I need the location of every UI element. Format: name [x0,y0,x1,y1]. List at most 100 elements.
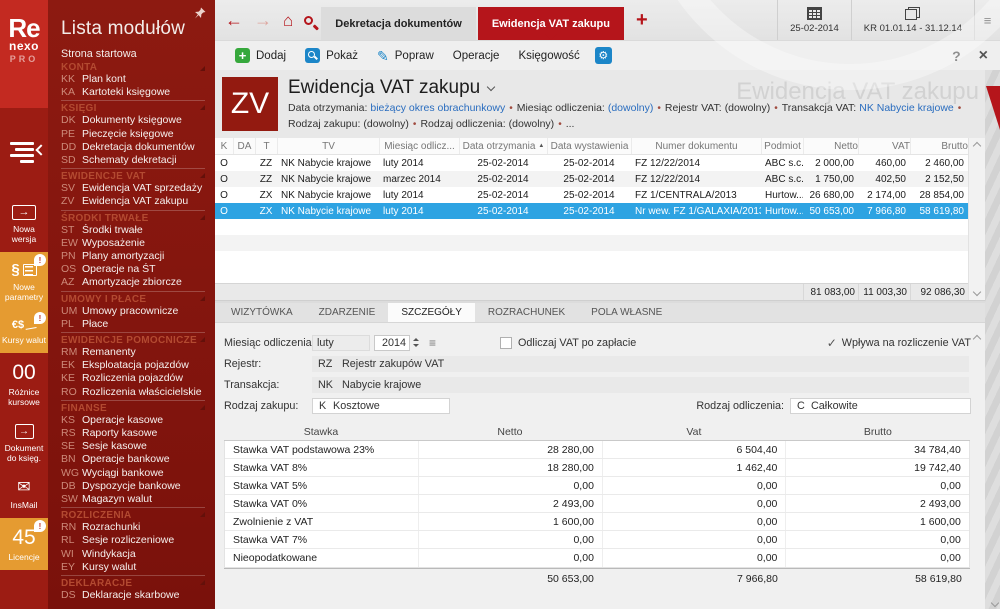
grid-cell[interactable] [233,155,255,171]
grid-row[interactable]: OZXNK Nabycie krajoweluty 201425-02-2014… [215,203,968,219]
grid-column-header[interactable]: Numer dokumentu [631,138,761,154]
grid-cell[interactable]: ABC s.c... [761,155,803,171]
sidebar-item-sw[interactable]: SW Magazyn walut [61,493,215,506]
sidebar-item-ks[interactable]: KS Operacje kasowe [61,414,215,427]
sidebar-item-sd[interactable]: SD Schematy dekretacji [61,154,215,167]
grid-cell[interactable]: 7 966,80 [858,203,910,219]
grid-cell[interactable]: NK Nabycie krajowe [277,203,379,219]
grid-cell[interactable]: ZX [255,187,277,203]
check-icon[interactable]: ✓ [827,336,837,350]
close-button[interactable]: × [979,47,988,65]
deduct-after-payment-checkbox[interactable] [500,337,512,349]
sidebar-item-ke[interactable]: KE Rozliczenia pojazdów [61,372,215,385]
sidebar-section-header[interactable]: UMOWY I PŁACE [61,291,205,305]
sidebar-item-wg[interactable]: WG Wyciągi bankowe [61,467,215,480]
grid-cell[interactable]: 460,00 [858,155,910,171]
grid-cell[interactable]: FZ 12/22/2014 [631,155,761,171]
sidebar-item-zv[interactable]: ZV Ewidencja VAT zakupu [61,195,215,208]
sidebar-item-pl[interactable]: PL Płace [61,318,215,331]
grid-cell[interactable]: FZ 12/22/2014 [631,171,761,187]
sidebar-item-rn[interactable]: RN Rozrachunki [61,521,215,534]
grid-cell[interactable]: ZZ [255,155,277,171]
stepper-down-icon[interactable] [413,344,419,347]
rail-item-nowe-parametry[interactable]: ! § Nowe parametry [0,252,48,310]
grid-column-header[interactable]: T [255,138,277,154]
year-input[interactable]: 2014 [374,335,410,351]
grid-cell[interactable] [233,187,255,203]
grid-cell[interactable]: 2 152,50 [910,171,968,187]
grid-cell[interactable]: 2 174,00 [858,187,910,203]
grid-cell[interactable]: 25-02-2014 [459,187,547,203]
grid-cell[interactable]: NK Nabycie krajowe [277,171,379,187]
sidebar-item-wi[interactable]: WI Windykacja [61,548,215,561]
grid-cell[interactable]: O [215,171,233,187]
rail-item-nowa-wersja[interactable]: → Nowa wersja [0,196,48,252]
transaction-field[interactable]: NK Nabycie krajowe [312,377,969,393]
sidebar-item-rl[interactable]: RL Sesje rozliczeniowe [61,534,215,547]
grid-cell[interactable]: ZZ [255,171,277,187]
grid-column-header[interactable]: Brutto [910,138,968,154]
pin-icon[interactable] [194,7,206,19]
grid-column-header[interactable]: Data wystawienia [547,138,631,154]
sidebar-item-dk[interactable]: DK Dokumenty księgowe [61,114,215,127]
new-tab-button[interactable]: + [636,9,648,32]
grid-cell[interactable]: Hurtow... [761,187,803,203]
document-tab[interactable]: Ewidencja VAT zakupu [478,7,624,40]
grid-cell[interactable]: ZX [255,203,277,219]
accounting-button[interactable]: Księgowość [510,47,587,65]
sidebar-item-se[interactable]: SE Sesje kasowe [61,440,215,453]
grid-column-header[interactable]: Netto [803,138,858,154]
grid-row[interactable]: OZZNK Nabycie krajowemarzec 201425-02-20… [215,171,968,187]
sidebar-item-ka[interactable]: KA Kartoteki księgowe [61,86,215,99]
sidebar-item-pn[interactable]: PN Plany amortyzacji [61,250,215,263]
grid-column-header[interactable]: TV [277,138,379,154]
search-icon[interactable] [304,16,313,25]
sidebar-item-ek[interactable]: EK Eksploatacja pojazdów [61,359,215,372]
grid-cell[interactable]: 50 653,00 [803,203,858,219]
grid-column-header[interactable]: Data otrzymania▲ [459,138,547,154]
sidebar-section-header[interactable]: KSIĘGI [61,100,205,114]
show-button[interactable]: Pokaż [297,45,366,66]
sidebar-section-header[interactable]: FINANSE [61,400,205,414]
grid-cell[interactable]: ABC s.c... [761,171,803,187]
grid-cell[interactable]: 1 750,00 [803,171,858,187]
sidebar-item-az[interactable]: AZ Amortyzacje zbiorcze [61,276,215,289]
year-stepper[interactable] [413,338,419,347]
month-list-button[interactable]: ≡ [429,336,436,350]
sidebar-section-header[interactable]: ROZLICZENIA [61,507,205,521]
rail-item-insmail[interactable]: ✉ InsMail [0,471,48,518]
collapse-panel-button[interactable] [992,600,998,606]
filter-value[interactable]: (dowolny) [608,102,654,114]
settings-gear-button[interactable]: ⚙ [595,47,612,64]
sidebar-item-db[interactable]: DB Dyspozycje bankowe [61,480,215,493]
rail-item-kursy-walut[interactable]: ! €$ Kursy walut [0,310,48,353]
operations-button[interactable]: Operacje [445,47,508,65]
month-input[interactable]: luty [312,335,370,351]
deduction-type-field[interactable]: C Całkowite [790,398,971,414]
sidebar-item-ds[interactable]: DS Deklaracje skarbowe [61,589,215,602]
grid-cell[interactable] [233,171,255,187]
grid-cell[interactable]: O [215,203,233,219]
grid-cell[interactable]: Hurtow... [761,203,803,219]
rail-item-licencje[interactable]: ! 45 Licencje [0,518,48,570]
grid-column-header[interactable]: Miesiąc odlicz... [379,138,459,154]
home-icon[interactable]: ⌂ [283,12,293,29]
sidebar-item-ro[interactable]: RO Rozliczenia właścicielskie [61,386,215,399]
sidebar-item-rs[interactable]: RS Raporty kasowe [61,427,215,440]
sidebar-item-sv[interactable]: SV Ewidencja VAT sprzedaży [61,182,215,195]
help-button[interactable]: ? [952,48,961,64]
sidebar-item-kk[interactable]: KK Plan kont [61,73,215,86]
sidebar-item-st[interactable]: ST Środki trwałe [61,224,215,237]
view-title-dropdown[interactable]: Ewidencja VAT zakupu [288,77,965,99]
modules-menu-button[interactable] [0,108,48,196]
filter-value[interactable]: (dowolny) [509,118,555,130]
grid-cell[interactable]: 25-02-2014 [547,171,631,187]
grid-cell[interactable]: 25-02-2014 [547,187,631,203]
filter-value[interactable]: (dowolny) [363,118,409,130]
rail-item-dokument-do-ksieg[interactable]: → Dokument do księg. [0,415,48,471]
add-button[interactable]: + Dodaj [227,45,294,66]
grid-column-header[interactable]: VAT [858,138,910,154]
grid-cell[interactable]: 402,50 [858,171,910,187]
edit-button[interactable]: ✎ Popraw [369,46,442,66]
sidebar-item-rm[interactable]: RM Remanenty [61,346,215,359]
